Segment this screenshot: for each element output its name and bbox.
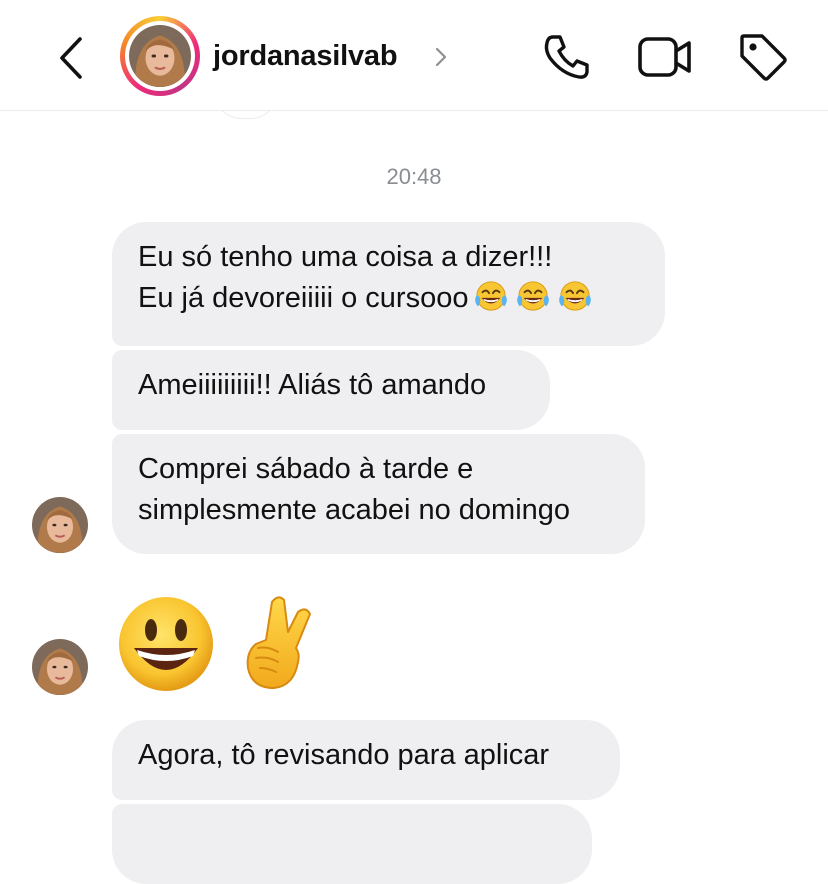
laughing-emoji-icon [514, 279, 552, 313]
message-text-line: Eu já devoreiiiii o cursooo [138, 278, 639, 319]
message-bubble[interactable]: Eu só tenho uma coisa a dizer!!! Eu já d… [112, 222, 665, 346]
sender-avatar[interactable] [32, 497, 88, 553]
message-text: Eu já devoreiiiii o cursooo [138, 282, 469, 314]
message-bubble[interactable]: Comprei sábado à tarde e simplesmente ac… [112, 434, 645, 554]
tag-button[interactable] [736, 30, 790, 84]
avatar-photo [129, 25, 191, 87]
avatar-ring-gap [125, 21, 195, 91]
tag-icon [740, 34, 787, 81]
crossed-fingers-emoji-icon[interactable] [238, 592, 318, 692]
message-bubble[interactable]: Agora, tô revisando para aplicar [112, 720, 620, 800]
voice-call-button[interactable] [540, 30, 594, 84]
back-button[interactable] [52, 34, 92, 82]
video-call-button[interactable] [636, 32, 694, 82]
phone-icon [544, 35, 589, 79]
message-text: Comprei sábado à tarde e [138, 453, 474, 485]
chevron-right-icon[interactable] [432, 45, 450, 69]
message-text: Agora, tô revisando para aplicar [138, 739, 550, 771]
message-timestamp: 20:48 [386, 164, 442, 189]
laughing-emoji-icon [556, 279, 594, 313]
contact-username[interactable]: jordanasilvab [213, 40, 398, 73]
sender-avatar[interactable] [32, 639, 88, 695]
message-bubble[interactable]: Ameiiiiiiiii!! Aliás tô amando [112, 350, 550, 430]
laughing-emoji-icon [472, 279, 510, 313]
smiling-face-emoji-icon[interactable] [116, 594, 216, 694]
video-camera-icon [638, 37, 691, 77]
chat-header: jordanasilvab [0, 0, 828, 111]
message-text: Ameiiiiiiiii!! Aliás tô amando [138, 369, 487, 401]
message-bubble-partial[interactable] [112, 804, 592, 884]
message-text: Eu só tenho uma coisa a dizer!!! [138, 241, 553, 273]
profile-avatar[interactable] [120, 16, 200, 96]
chevron-left-icon [60, 37, 82, 79]
message-text: simplesmente acabei no domingo [138, 494, 571, 526]
